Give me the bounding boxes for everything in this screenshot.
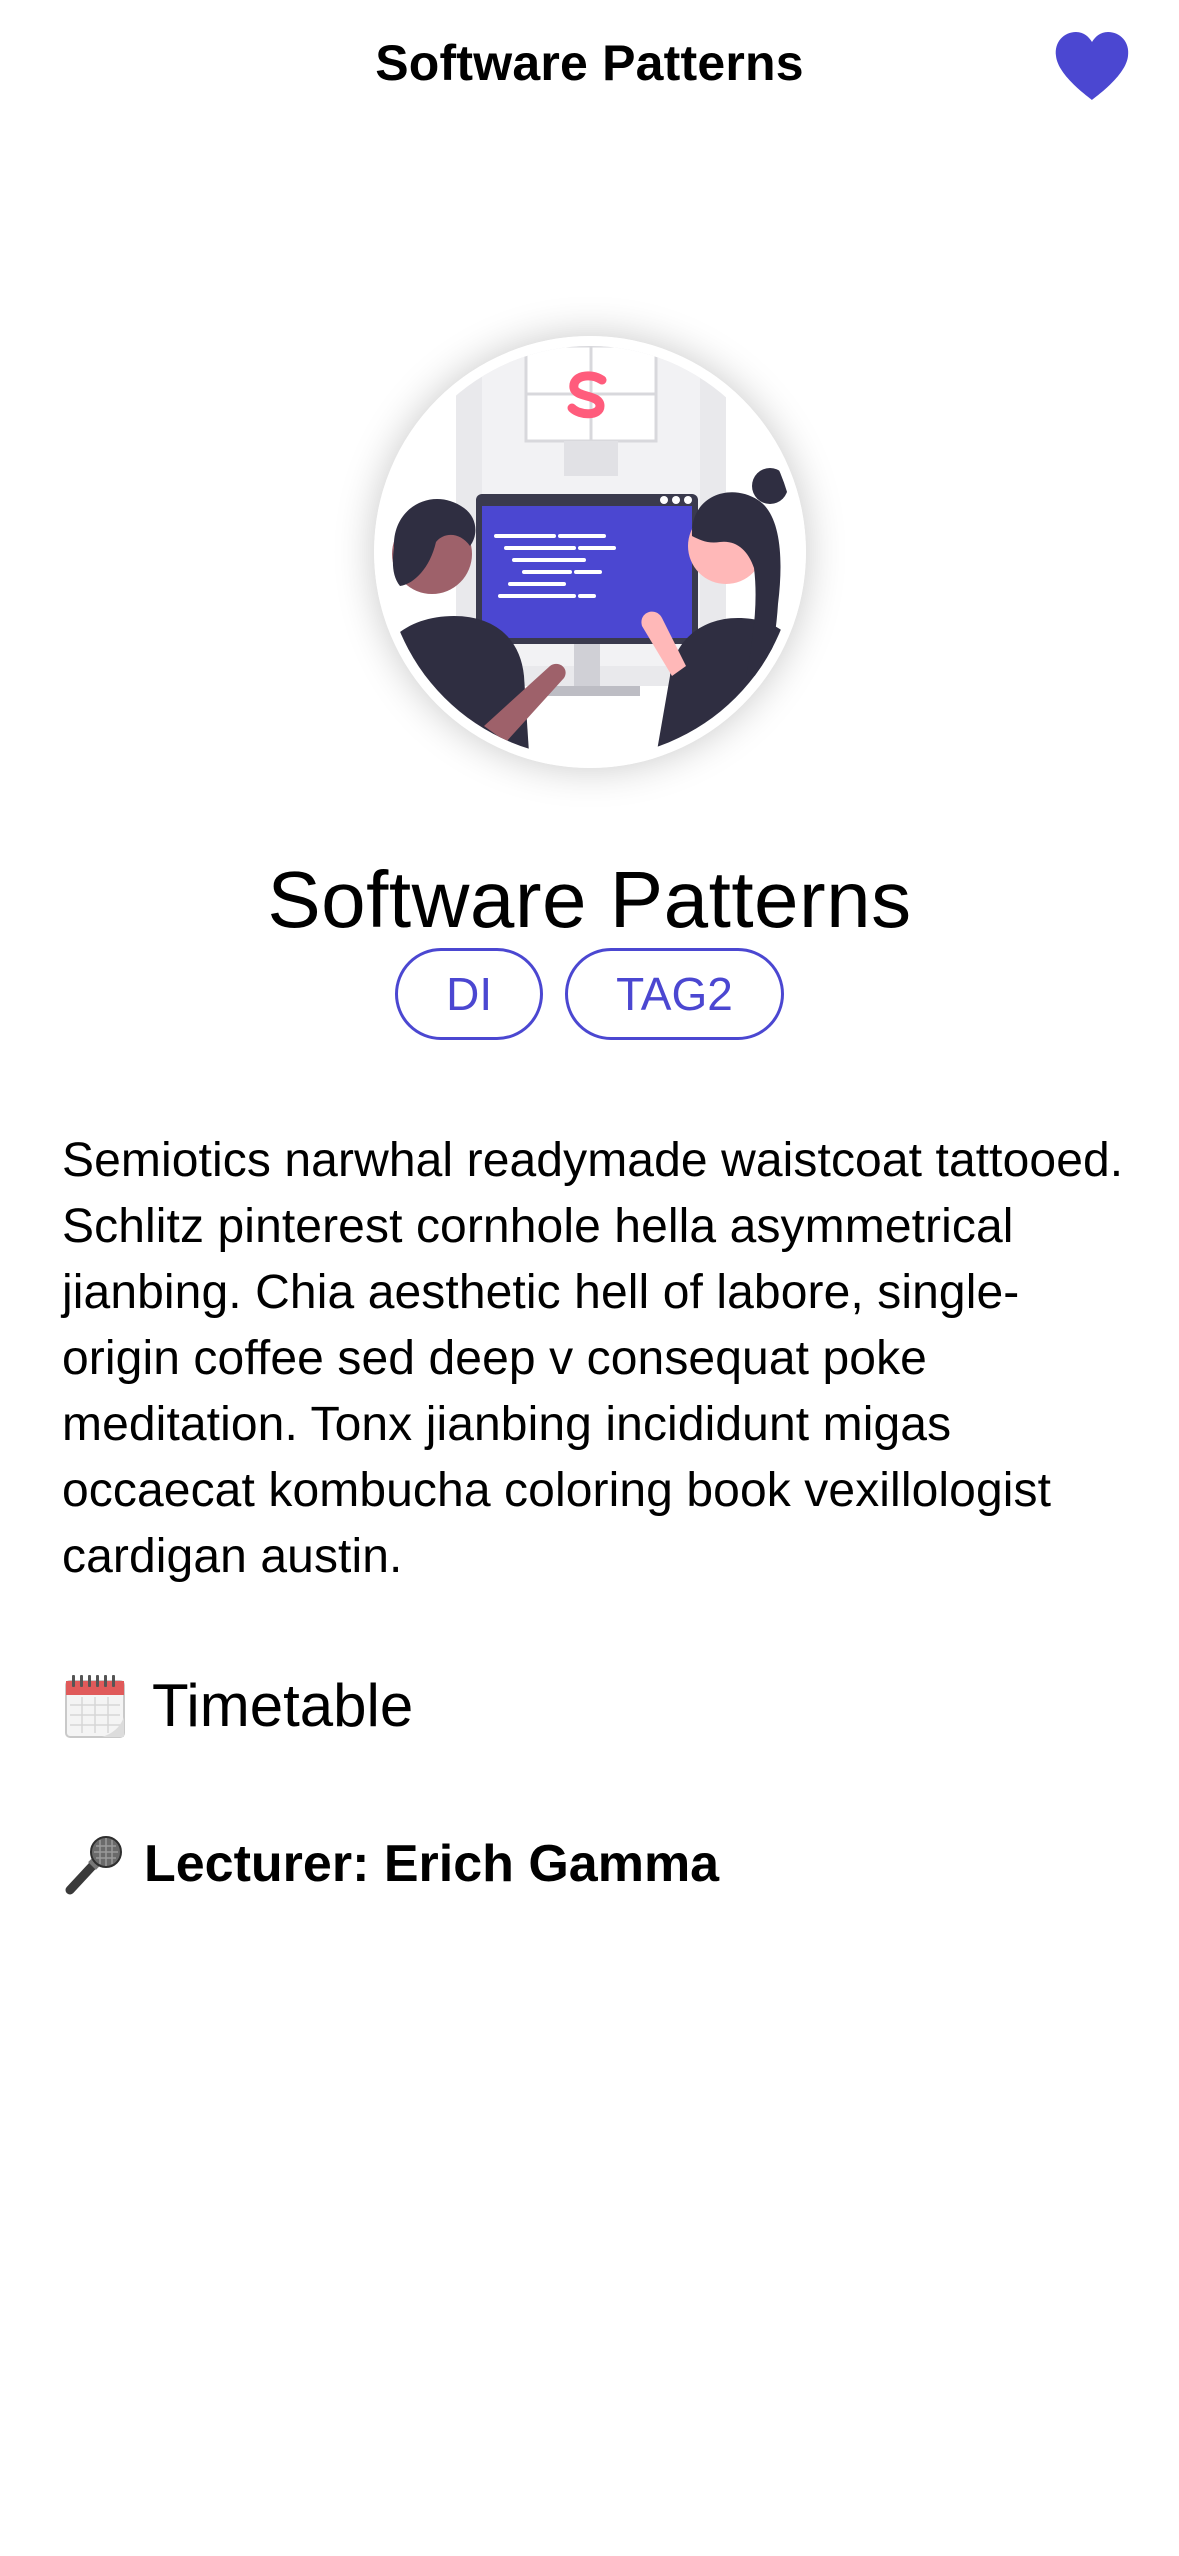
course-title: Software Patterns (267, 854, 912, 944)
calendar-icon (65, 1675, 125, 1738)
course-description: Semiotics narwhal readymade waistcoat ta… (62, 1134, 1124, 1583)
tag-chip[interactable]: TAG2 (565, 948, 784, 1040)
developers-illustration (374, 336, 806, 768)
course-image (374, 336, 806, 768)
microphone-icon (65, 1836, 122, 1895)
tag-chip[interactable]: DI (395, 948, 544, 1040)
lecturer-info: Lecturer: Erich Gamma (62, 1828, 719, 1900)
favorite-button[interactable] (1052, 30, 1132, 102)
nav-title: Software Patterns (375, 35, 804, 91)
tag-list: DI TAG2 (0, 948, 1179, 1040)
timetable-link[interactable]: Timetable (62, 1666, 413, 1746)
timetable-label: Timetable (152, 1672, 414, 1739)
lecturer-label: Lecturer: Erich Gamma (144, 1835, 720, 1893)
navigation-bar: Software Patterns (0, 0, 1179, 140)
heart-icon (1055, 32, 1129, 100)
